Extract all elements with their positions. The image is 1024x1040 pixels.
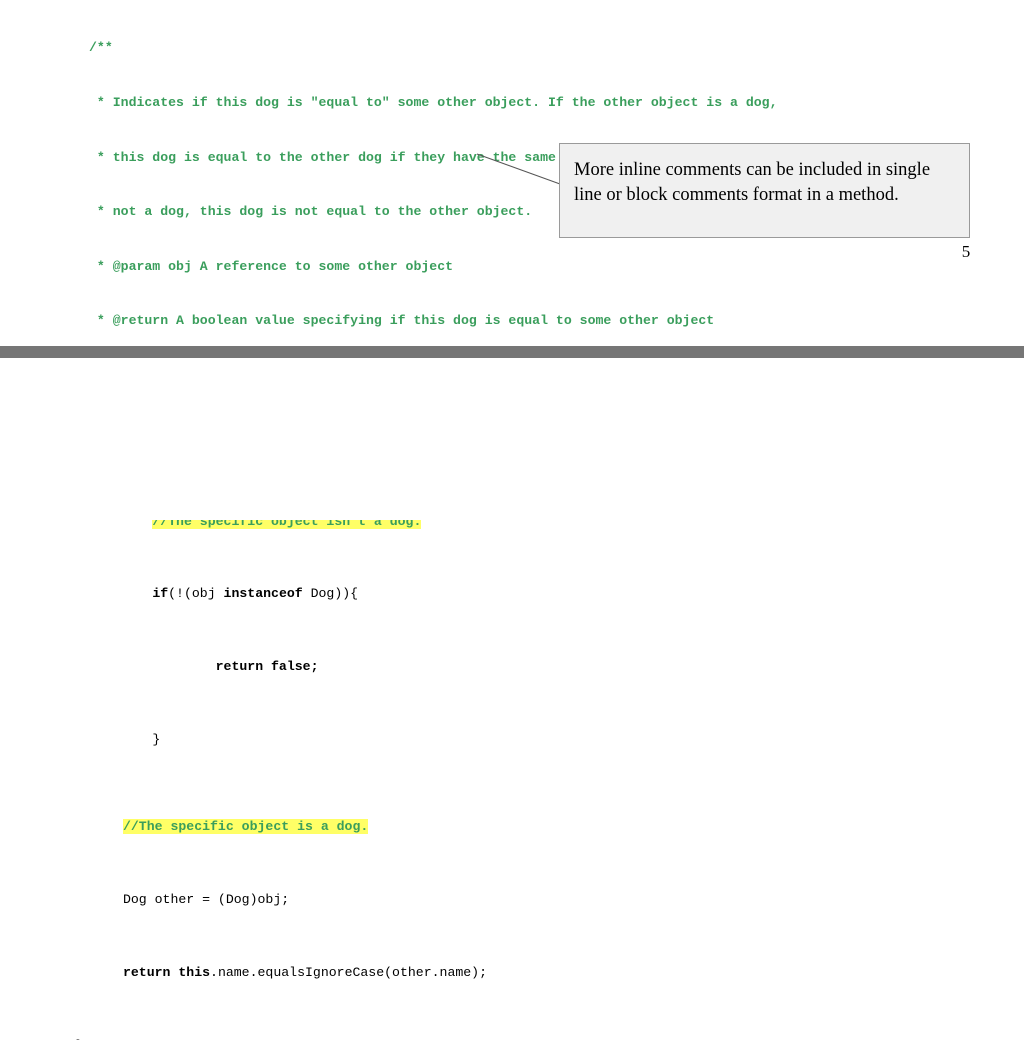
- dog-other-declaration: Dog other = (Dog)obj;: [122, 892, 290, 908]
- if-keyword: if: [152, 586, 169, 602]
- return-equals-line: return this.name.equalsIgnoreCase(other.…: [28, 964, 487, 982]
- highlighted-comment-line-bottom: //The specific object is a dog.: [28, 818, 487, 836]
- callout-text: More inline comments can be included in …: [574, 160, 931, 205]
- if-condition-part-b: Dog)){: [302, 586, 359, 602]
- if-close-brace-line: }: [89, 731, 793, 749]
- if-close-brace: }: [152, 731, 161, 747]
- slide-bottom: //The specific object is a dog. Dog othe…: [0, 358, 1024, 1040]
- page-number: 5: [961, 242, 971, 261]
- method-close-brace-line: }: [28, 1037, 487, 1040]
- instanceof-keyword: instanceof: [223, 586, 303, 602]
- highlighted-inline-comment-is-dog: //The specific object is a dog.: [122, 819, 369, 835]
- javadoc-line-1: * Indicates if this dog is "equal to" so…: [89, 95, 778, 110]
- return-this-keyword: return this: [122, 965, 211, 980]
- method-close-brace: }: [75, 1038, 83, 1040]
- return-false-line: return false;: [89, 658, 793, 676]
- javadoc-line-return: * @return A boolean value specifying if …: [89, 313, 715, 329]
- slide-divider-bar: [0, 346, 1024, 358]
- javadoc-line-open: /**: [89, 40, 113, 56]
- code-block-bottom: //The specific object is a dog. Dog othe…: [28, 782, 487, 1040]
- slide-top: /** * Indicates if this dog is "equal to…: [0, 0, 1024, 747]
- callout-box: More inline comments can be included in …: [559, 143, 970, 238]
- javadoc-line-param: * @param obj A reference to some other o…: [89, 258, 454, 274]
- equals-ignore-case-call: .name.equalsIgnoreCase(other.name);: [210, 965, 488, 980]
- return-false-statement: return false;: [215, 659, 319, 675]
- if-condition-part-a: (!(obj: [168, 586, 224, 602]
- dog-declaration-line: Dog other = (Dog)obj;: [28, 891, 487, 909]
- if-statement-line: if(!(obj instanceof Dog)){: [89, 585, 793, 603]
